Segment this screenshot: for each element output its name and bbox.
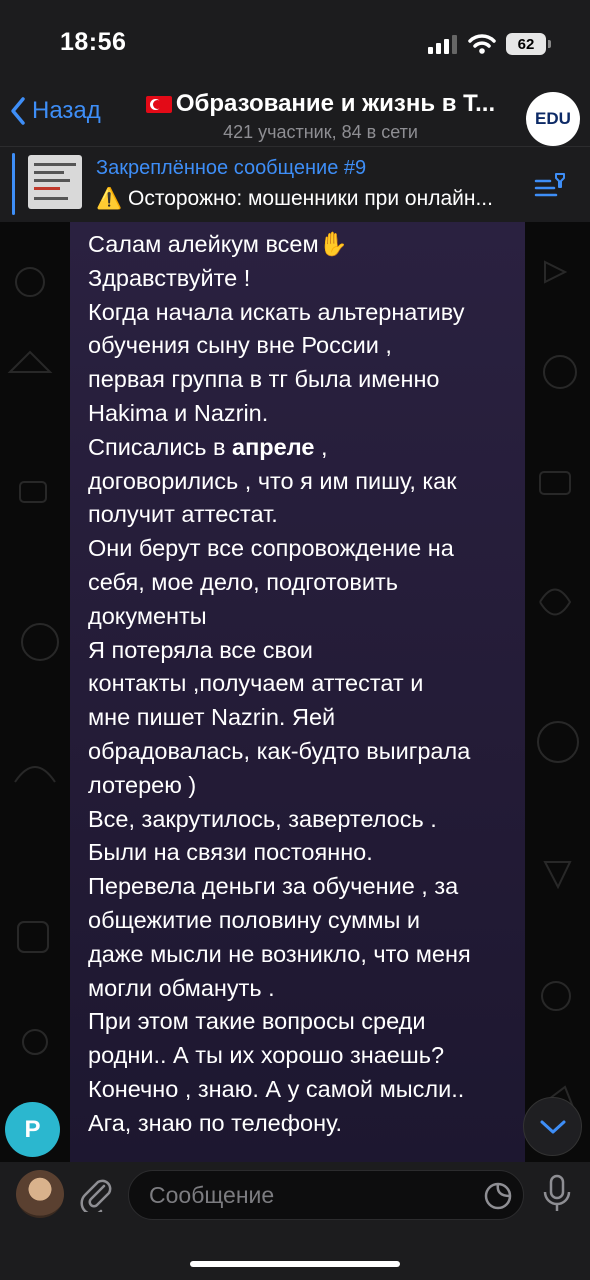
message-line: Ага, знаю по телефону. — [88, 1109, 343, 1136]
wifi-icon — [468, 34, 496, 54]
message-line: Здравствуйте ! — [88, 264, 251, 291]
message-line: При этом такие вопросы среди — [88, 1008, 426, 1035]
sender-avatar[interactable]: P — [5, 1102, 60, 1157]
pinned-list-icon[interactable] — [534, 171, 568, 201]
chat-header: Назад Образование и жизнь в Т... 421 уча… — [0, 88, 590, 146]
turkey-flag-icon — [145, 96, 172, 114]
message-line: мне пишет Nazrin. Яей — [88, 704, 336, 731]
scroll-down-button[interactable] — [523, 1097, 582, 1156]
chevron-down-icon — [540, 1120, 565, 1133]
pinned-message-bar[interactable]: Закреплённое сообщение #9 ⚠️ Осторожно: … — [0, 146, 590, 223]
pinned-label: Закреплённое сообщение #9 — [96, 157, 367, 179]
user-avatar[interactable] — [16, 1170, 64, 1218]
message-line: документы — [88, 602, 207, 629]
battery-level: 62 — [517, 35, 535, 53]
pinned-text: ⚠️ Осторожно: мошенники при онлайн... — [96, 187, 493, 210]
message-line: Все, закрутилось, завертелось . — [88, 805, 437, 832]
message-line: Конечно , знаю. А у самой мысли.. — [88, 1075, 465, 1102]
message-line: Перевела деньги за обучение , за — [88, 873, 459, 900]
status-time: 18:56 — [60, 28, 127, 56]
message-line: получит аттестат. — [88, 501, 278, 528]
back-label: Назад — [32, 97, 101, 124]
message-line: Когда начала искать альтернативу — [88, 298, 465, 325]
message-line: лотерею ) — [88, 771, 197, 798]
message-input[interactable] — [129, 1171, 471, 1219]
message-line: контакты ,получаем аттестат и — [88, 670, 424, 697]
message-line: родни.. А ты их хорошо знаешь? — [88, 1042, 445, 1069]
message-line: Были на связи постоянно. — [88, 839, 373, 866]
pinned-indicator — [12, 153, 15, 215]
message-text: Салам алейкум всем✋ Здравствуйте ! Когда н… — [88, 228, 518, 1141]
microphone-icon[interactable] — [540, 1174, 574, 1214]
chevron-left-icon — [11, 97, 25, 125]
signal-icon — [428, 35, 457, 54]
sticker-icon[interactable] — [483, 1181, 513, 1211]
message-line: обучения сыну вне России , — [88, 332, 392, 359]
chat-avatar[interactable]: EDU — [526, 92, 580, 146]
message-line: даже мысли не возникло, что меня — [88, 940, 471, 967]
message-line: договорились , что я им пишу, как — [88, 467, 457, 494]
message-line: Списались в апреле , — [88, 433, 328, 460]
chat-subtitle: 421 участник, 84 в сети — [223, 122, 418, 142]
message-line: Салам алейкум всем✋ — [88, 231, 348, 257]
chat-title-row: Образование и жизнь в Т... — [128, 90, 513, 118]
message-line: себя, мое дело, подготовить — [88, 568, 398, 595]
message-line: общежитие половину суммы и — [88, 906, 421, 933]
input-bar — [0, 1162, 590, 1280]
message-line: обрадовалась, как-будто выиграла — [88, 737, 471, 764]
message-line: Hakima и Nazrin. — [88, 399, 269, 426]
chat-avatar-text: EDU — [535, 109, 571, 128]
status-icons: 62 — [428, 33, 551, 55]
message-line: Они берут все сопровождение на — [88, 535, 454, 562]
chat-title-area[interactable]: Образование и жизнь в Т... 421 участник,… — [128, 90, 513, 143]
message-bold-suffix: , — [314, 433, 328, 460]
message-field[interactable] — [128, 1170, 524, 1220]
status-bar: 18:56 62 — [0, 0, 590, 88]
pinned-thumbnail — [28, 155, 82, 209]
battery-icon: 62 — [506, 33, 551, 55]
back-button[interactable]: Назад — [10, 96, 101, 126]
message-line: Я потеряла все свои — [88, 636, 313, 663]
chat-title: Образование и жизнь в Т... — [175, 90, 496, 117]
home-indicator — [190, 1261, 400, 1267]
message-line: могли обмануть . — [88, 974, 275, 1001]
message-line: первая группа в тг была именно — [88, 366, 440, 393]
paperclip-icon[interactable] — [80, 1176, 114, 1212]
message-bold-word: апреле — [232, 433, 315, 460]
